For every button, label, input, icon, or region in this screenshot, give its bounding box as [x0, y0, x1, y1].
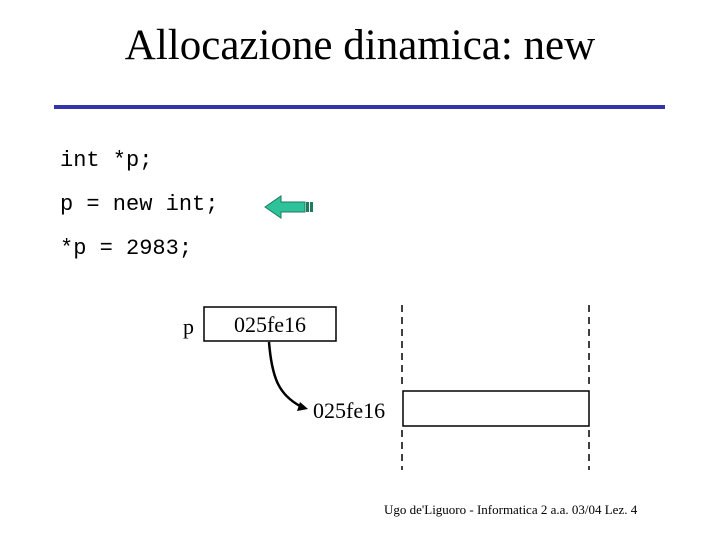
pointer-arrow	[267, 341, 301, 408]
pointer-arrowhead	[297, 402, 308, 411]
memory-diagram: p 025fe16 025fe16	[183, 195, 590, 470]
slide-footer: Ugo de'Liguoro - Informatica 2 a.a. 03/0…	[384, 502, 638, 517]
heap-cell	[402, 390, 590, 427]
variable-label: p	[183, 314, 194, 339]
heap-address-label: 025fe16	[313, 398, 385, 423]
left-arrow-icon	[264, 195, 313, 219]
variable-value: 025fe16	[234, 312, 306, 337]
